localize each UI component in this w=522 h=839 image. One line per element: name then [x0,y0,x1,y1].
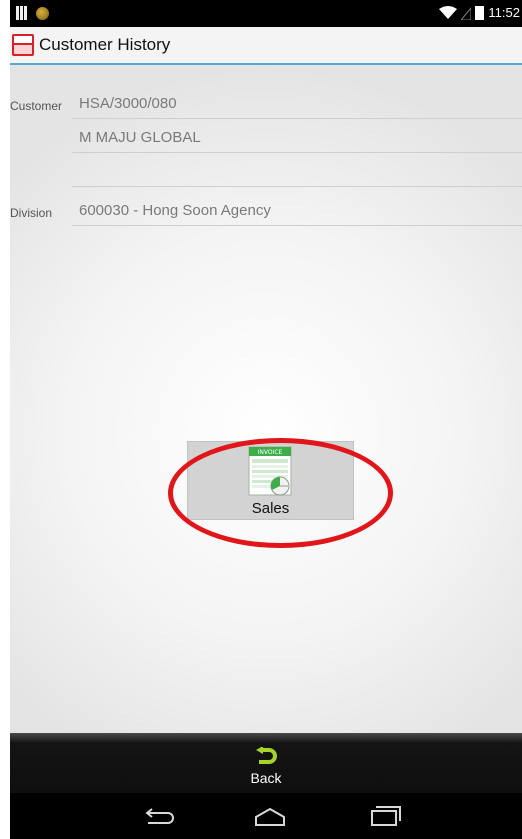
status-time: 11:52 [488,5,520,20]
system-nav-bar [10,793,522,839]
wifi-icon [439,5,458,19]
back-button[interactable]: Back [236,747,296,791]
back-label: Back [250,770,282,786]
customer-code-field[interactable]: HSA/3000/080 [72,89,522,119]
customer-name-field[interactable]: M MAJU GLOBAL [72,123,522,153]
nav-recents-icon[interactable] [364,805,404,829]
nav-back-icon[interactable] [138,805,178,829]
customer-name-row: M MAJU GLOBAL [10,121,522,153]
customer-label: Customer [10,99,63,113]
customer-row: Customer HSA/3000/080 [10,87,522,119]
notification-app-icon [36,6,49,20]
page-title: Customer History [39,35,171,54]
battery-icon [475,5,485,20]
back-arrow-icon [256,747,277,764]
status-bar: 11:52 [10,0,522,27]
notification-bars-icon [16,6,27,20]
customer-extra-row [10,155,522,187]
main-content: Customer HSA/3000/080 M MAJU GLOBAL Divi… [10,65,522,733]
app-logo-icon[interactable] [12,34,34,56]
signal-icon [461,6,472,20]
division-label: Division [10,206,53,220]
customer-extra-field[interactable] [72,157,522,187]
highlight-annotation [168,438,393,548]
screen: 11:52 Customer History Customer HSA/3000… [10,0,522,839]
division-field[interactable]: 600030 - Hong Soon Agency [72,196,522,226]
action-bar: Customer History [10,27,522,65]
bottom-toolbar: Back [10,733,522,793]
division-row: Division 600030 - Hong Soon Agency [10,194,522,226]
nav-home-icon[interactable] [250,805,290,829]
